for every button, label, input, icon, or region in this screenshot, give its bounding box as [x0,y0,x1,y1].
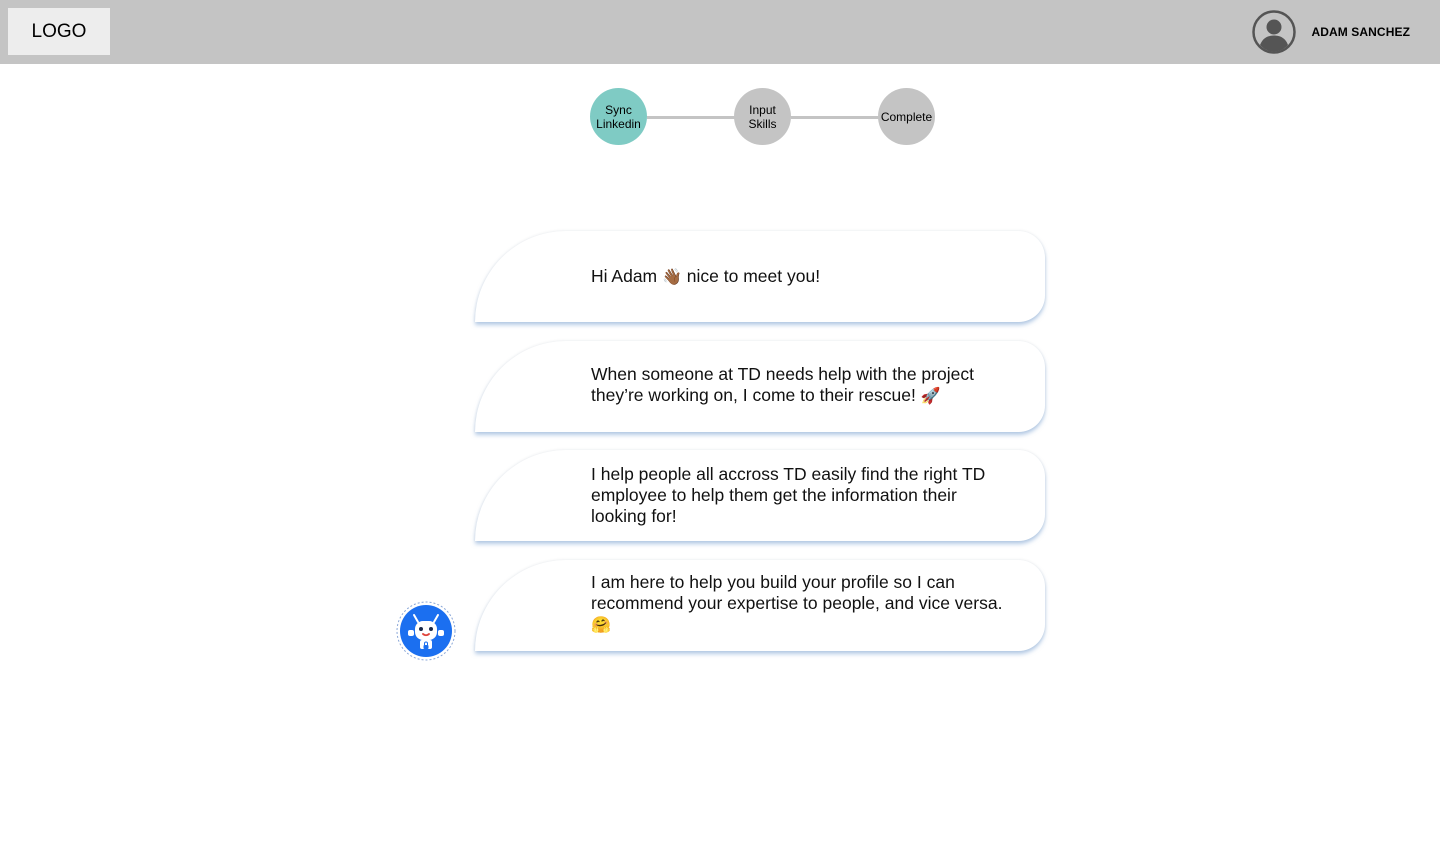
chat-message-text: I am here to help you build your profile… [591,572,1011,635]
user-menu[interactable]: ADAM SANCHEZ [1252,9,1410,54]
step-input-skills[interactable]: Input Skills [734,88,791,145]
message-text: When someone at TD needs help with the p… [591,364,974,405]
user-name: ADAM SANCHEZ [1311,24,1410,39]
chat-message-text: When someone at TD needs help with the p… [591,364,1011,406]
message-text: I am here to help you build your profile… [591,572,1003,613]
progress-stepper: Sync Linkedin Input Skills Complete [590,88,936,145]
chat-message: I am here to help you build your profile… [475,560,1045,651]
chat-message-text: I help people all accross TD easily find… [591,464,1011,527]
top-bar: LOGO ADAM SANCHEZ [0,0,1440,64]
chat-message: I help people all accross TD easily find… [475,450,1045,541]
chat-message: When someone at TD needs help with the p… [475,341,1045,432]
robot-icon[interactable] [396,601,456,661]
user-avatar-icon[interactable] [1252,9,1297,54]
step-sync-linkedin[interactable]: Sync Linkedin [590,88,647,145]
step-connector [791,116,879,119]
waving-hand-emoji: 👋🏾 [662,267,682,286]
hugging-face-emoji: 🤗 [591,615,611,634]
step-complete[interactable]: Complete [878,88,935,145]
step-connector [647,116,735,119]
chat-message: Hi Adam 👋🏾 nice to meet you! [475,231,1045,322]
message-text: nice to meet you! [681,266,821,286]
rocket-emoji: 🚀 [920,386,941,405]
chat-message-text: Hi Adam 👋🏾 nice to meet you! [591,266,1011,287]
logo[interactable]: LOGO [8,8,110,55]
message-text: I help people all accross TD easily find… [591,464,986,526]
message-text: Hi Adam [591,266,662,286]
